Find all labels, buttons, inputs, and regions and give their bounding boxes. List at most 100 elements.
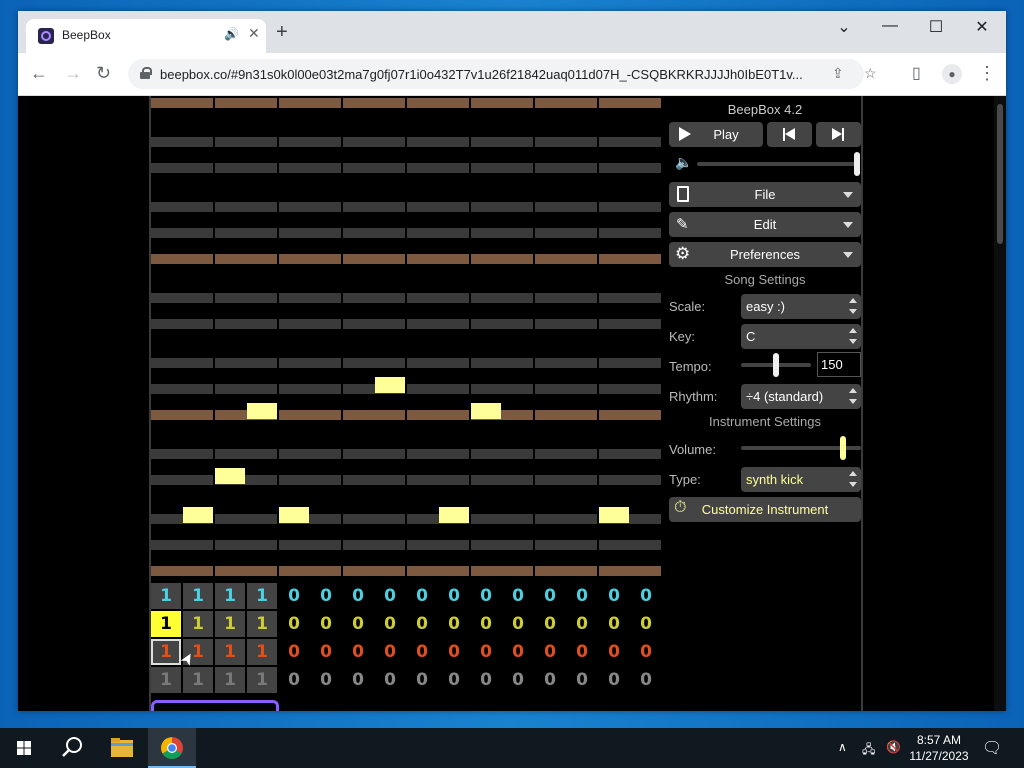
grid-row[interactable] [151, 228, 663, 238]
grid-cell[interactable] [151, 228, 213, 238]
next-bar-button[interactable] [816, 122, 861, 147]
grid-cell[interactable] [471, 202, 533, 212]
grid-cell[interactable] [343, 228, 405, 238]
pattern-cell[interactable]: 1 [247, 639, 277, 665]
grid-row[interactable] [151, 319, 663, 329]
grid-cell[interactable] [535, 384, 597, 394]
grid-cell[interactable] [343, 475, 405, 485]
grid-cell[interactable] [407, 319, 469, 329]
file-explorer-button[interactable] [98, 728, 146, 768]
grid-row[interactable] [151, 514, 663, 524]
address-bar[interactable]: beepbox.co/#9n31s0k0l00e03t2ma7g0fj07r1i… [128, 59, 877, 89]
loop-selection-bar[interactable] [151, 700, 279, 711]
pattern-cell[interactable]: 0 [279, 667, 309, 693]
pattern-cell[interactable]: 1 [215, 667, 245, 693]
grid-cell[interactable] [471, 137, 533, 147]
grid-cell[interactable] [279, 98, 341, 108]
grid-cell[interactable] [599, 358, 661, 368]
pattern-editor[interactable]: 1111000000000000111100000000000011110000… [151, 583, 663, 695]
pattern-cell[interactable]: 0 [407, 583, 437, 609]
minimize-button[interactable]: — [880, 17, 900, 35]
audio-playing-icon[interactable]: 🔊 [224, 27, 239, 41]
note-block[interactable] [471, 403, 501, 419]
grid-cell[interactable] [151, 540, 213, 550]
pattern-cell[interactable]: 0 [343, 583, 373, 609]
grid-cell[interactable] [215, 98, 277, 108]
pattern-cell[interactable]: 0 [567, 583, 597, 609]
grid-cell[interactable] [215, 202, 277, 212]
grid-cell[interactable] [599, 163, 661, 173]
grid-cell[interactable] [535, 254, 597, 264]
start-button[interactable] [0, 728, 48, 768]
grid-cell[interactable] [471, 384, 533, 394]
grid-cell[interactable] [535, 163, 597, 173]
grid-cell[interactable] [343, 410, 405, 420]
pattern-cell[interactable]: 1 [183, 611, 213, 637]
pattern-cell[interactable]: 0 [343, 639, 373, 665]
grid-cell[interactable] [599, 202, 661, 212]
grid-cell[interactable] [151, 475, 213, 485]
grid-cell[interactable] [215, 137, 277, 147]
grid-row-tonic[interactable] [151, 254, 663, 264]
file-menu[interactable]: File [669, 182, 861, 207]
pattern-cell[interactable]: 1 [247, 611, 277, 637]
grid-cell[interactable] [279, 293, 341, 303]
back-arrow-icon[interactable]: ← [30, 63, 48, 84]
grid-cell[interactable] [471, 228, 533, 238]
pattern-cell[interactable]: 0 [503, 639, 533, 665]
grid-cell[interactable] [151, 358, 213, 368]
grid-cell[interactable] [279, 202, 341, 212]
grid-cell[interactable] [279, 137, 341, 147]
pattern-cell[interactable]: 1 [151, 639, 181, 665]
close-window-button[interactable]: ✕ [972, 17, 992, 37]
grid-row[interactable] [151, 137, 663, 147]
grid-row[interactable] [151, 358, 663, 368]
pattern-cell[interactable]: 0 [631, 583, 661, 609]
pattern-cell[interactable]: 0 [311, 583, 341, 609]
grid-cell[interactable] [407, 137, 469, 147]
grid-cell[interactable] [535, 449, 597, 459]
grid-cell[interactable] [151, 202, 213, 212]
grid-cell[interactable] [343, 293, 405, 303]
chrome-taskbar-button[interactable] [148, 728, 196, 768]
tab-search-chevron-icon[interactable]: ⌄ [834, 17, 854, 37]
pattern-cell[interactable]: 0 [279, 611, 309, 637]
grid-cell[interactable] [471, 319, 533, 329]
share-icon[interactable]: ⇪ [832, 65, 844, 82]
play-button[interactable]: Play [669, 122, 763, 147]
grid-cell[interactable] [279, 540, 341, 550]
grid-cell[interactable] [535, 475, 597, 485]
grid-cell[interactable] [279, 358, 341, 368]
url-text[interactable]: beepbox.co/#9n31s0k0l00e03t2ma7g0fj07r1i… [160, 67, 825, 82]
grid-cell[interactable] [215, 319, 277, 329]
grid-cell[interactable] [471, 514, 533, 524]
grid-cell[interactable] [535, 514, 597, 524]
grid-cell[interactable] [599, 228, 661, 238]
pattern-cell[interactable]: 0 [311, 611, 341, 637]
new-tab-button[interactable]: + [276, 22, 288, 42]
grid-cell[interactable] [599, 98, 661, 108]
note-block[interactable] [183, 507, 213, 523]
grid-cell[interactable] [599, 254, 661, 264]
grid-cell[interactable] [599, 449, 661, 459]
volume-muted-icon[interactable]: 🔇 [886, 740, 901, 754]
pattern-cell[interactable]: 0 [439, 583, 469, 609]
grid-cell[interactable] [343, 358, 405, 368]
grid-cell[interactable] [343, 319, 405, 329]
scale-select[interactable]: easy :) [741, 294, 861, 319]
side-panel-icon[interactable]: ▯ [912, 63, 921, 83]
note-block[interactable] [375, 377, 405, 393]
grid-cell[interactable] [407, 384, 469, 394]
key-select[interactable]: C [741, 324, 861, 349]
grid-cell[interactable] [407, 410, 469, 420]
pattern-cell[interactable]: 0 [535, 611, 565, 637]
maximize-button[interactable]: ☐ [926, 17, 946, 37]
grid-cell[interactable] [151, 449, 213, 459]
note-block[interactable] [599, 507, 629, 523]
pattern-cell[interactable]: 0 [439, 639, 469, 665]
grid-cell[interactable] [407, 228, 469, 238]
grid-cell[interactable] [471, 358, 533, 368]
instrument-type-select[interactable]: synth kick [741, 467, 861, 492]
pattern-cell[interactable]: 1 [151, 583, 181, 609]
grid-cell[interactable] [471, 163, 533, 173]
